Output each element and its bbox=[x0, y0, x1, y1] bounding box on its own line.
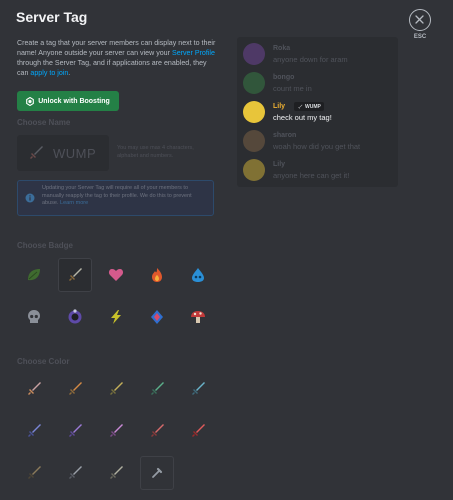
tag-name-input[interactable]: WUMP bbox=[17, 135, 109, 171]
badge-option-heart[interactable] bbox=[99, 258, 133, 292]
description-part: . bbox=[68, 69, 71, 77]
chat-message: bongo count me in bbox=[243, 72, 393, 100]
color-option[interactable] bbox=[140, 414, 174, 448]
message-text: anyone here can get it! bbox=[273, 171, 350, 180]
sword-icon bbox=[110, 382, 123, 395]
sword-icon bbox=[192, 424, 205, 437]
crystal-icon bbox=[151, 310, 163, 324]
server-profile-link[interactable]: Server Profile bbox=[172, 49, 215, 57]
sword-icon bbox=[151, 424, 164, 437]
server-tag-label: WUMP bbox=[305, 103, 321, 110]
color-option[interactable] bbox=[99, 372, 133, 406]
chat-message: Lily WUMP check out my tag! bbox=[243, 101, 393, 129]
sword-icon bbox=[110, 424, 123, 437]
color-option[interactable] bbox=[58, 456, 92, 490]
close-control: ESC bbox=[409, 9, 431, 40]
color-option[interactable] bbox=[17, 414, 51, 448]
sword-icon bbox=[192, 382, 205, 395]
sword-icon bbox=[28, 466, 41, 479]
chat-message: sharon woah how did you get that bbox=[243, 130, 393, 158]
color-option[interactable] bbox=[181, 414, 215, 448]
tag-preview-chat: Roka anyone down for aram bongo count me in… bbox=[237, 37, 398, 187]
badge-option-sword[interactable] bbox=[58, 258, 92, 292]
color-option[interactable] bbox=[99, 414, 133, 448]
info-notice: Updating your Server Tag will require al… bbox=[17, 180, 214, 216]
fire-icon bbox=[152, 268, 162, 282]
color-option[interactable] bbox=[17, 372, 51, 406]
moon-icon bbox=[68, 309, 82, 324]
badge-option-fire[interactable] bbox=[140, 258, 174, 292]
skull-icon bbox=[28, 310, 40, 323]
sword-icon bbox=[69, 424, 82, 437]
message-text: check out my tag! bbox=[273, 113, 332, 122]
close-icon bbox=[415, 15, 424, 24]
sword-icon bbox=[69, 268, 82, 281]
message-text: count me in bbox=[273, 84, 312, 93]
unlock-button-label: Unlock with Boosting bbox=[38, 97, 110, 105]
message-author: Roka bbox=[273, 45, 291, 52]
leaf-icon bbox=[28, 269, 40, 281]
boost-icon bbox=[26, 96, 35, 106]
close-button[interactable] bbox=[409, 9, 431, 31]
message-author: Lily bbox=[273, 161, 286, 168]
avatar bbox=[243, 159, 265, 181]
color-option[interactable] bbox=[99, 456, 133, 490]
sword-icon bbox=[69, 382, 82, 395]
tag-name-value: WUMP bbox=[53, 145, 97, 161]
message-text: woah how did you get that bbox=[273, 142, 361, 151]
sword-icon bbox=[69, 466, 82, 479]
avatar bbox=[243, 72, 265, 94]
name-hint-text: You may use max 4 characters, alphabet a… bbox=[117, 145, 194, 159]
color-option[interactable] bbox=[181, 372, 215, 406]
learn-more-link[interactable]: Learn more bbox=[60, 200, 88, 206]
message-author: bongo bbox=[273, 74, 295, 81]
choose-name-heading: Choose Name bbox=[17, 118, 71, 127]
water-drop-icon bbox=[192, 268, 204, 282]
chat-message: Roka anyone down for aram bbox=[243, 43, 393, 71]
page-title: Server Tag bbox=[16, 9, 88, 25]
esc-label: ESC bbox=[413, 34, 427, 40]
eyedropper-icon bbox=[152, 467, 163, 478]
lightning-icon bbox=[111, 310, 121, 324]
color-option[interactable] bbox=[140, 372, 174, 406]
message-author: Lily bbox=[273, 103, 286, 110]
message-author: sharon bbox=[273, 132, 297, 139]
info-icon bbox=[25, 193, 35, 203]
badge-option-moon[interactable] bbox=[58, 300, 92, 334]
choose-badge-heading: Choose Badge bbox=[17, 241, 74, 250]
badge-option-water-drop[interactable] bbox=[181, 258, 215, 292]
server-tag-badge: WUMP bbox=[294, 102, 324, 111]
apply-to-join-link[interactable]: apply to join bbox=[30, 69, 68, 77]
server-tag-page: Server Tag ESC Create a tag that your se… bbox=[0, 0, 453, 500]
color-option[interactable] bbox=[58, 414, 92, 448]
badge-option-skull[interactable] bbox=[17, 300, 51, 334]
description-text: Create a tag that your server members ca… bbox=[17, 38, 217, 78]
sword-icon bbox=[298, 104, 303, 109]
color-option[interactable] bbox=[17, 456, 51, 490]
sword-icon bbox=[151, 382, 164, 395]
mushroom-icon bbox=[191, 311, 205, 323]
avatar bbox=[243, 130, 265, 152]
sword-icon bbox=[110, 466, 123, 479]
color-option[interactable] bbox=[58, 372, 92, 406]
custom-color-button[interactable] bbox=[140, 456, 174, 490]
badge-option-leaf[interactable] bbox=[17, 258, 51, 292]
sword-icon bbox=[30, 146, 43, 159]
chat-message: Lily anyone here can get it! bbox=[243, 159, 393, 187]
badge-option-lightning[interactable] bbox=[99, 300, 133, 334]
message-text: anyone down for aram bbox=[273, 55, 348, 64]
badge-option-crystal[interactable] bbox=[140, 300, 174, 334]
avatar bbox=[243, 43, 265, 65]
heart-icon bbox=[108, 269, 124, 281]
sword-icon bbox=[28, 382, 41, 395]
badge-option-mushroom[interactable] bbox=[181, 300, 215, 334]
avatar bbox=[243, 101, 265, 123]
choose-color-heading: Choose Color bbox=[17, 357, 70, 366]
unlock-with-boosting-button[interactable]: Unlock with Boosting bbox=[17, 91, 119, 111]
sword-icon bbox=[28, 424, 41, 437]
